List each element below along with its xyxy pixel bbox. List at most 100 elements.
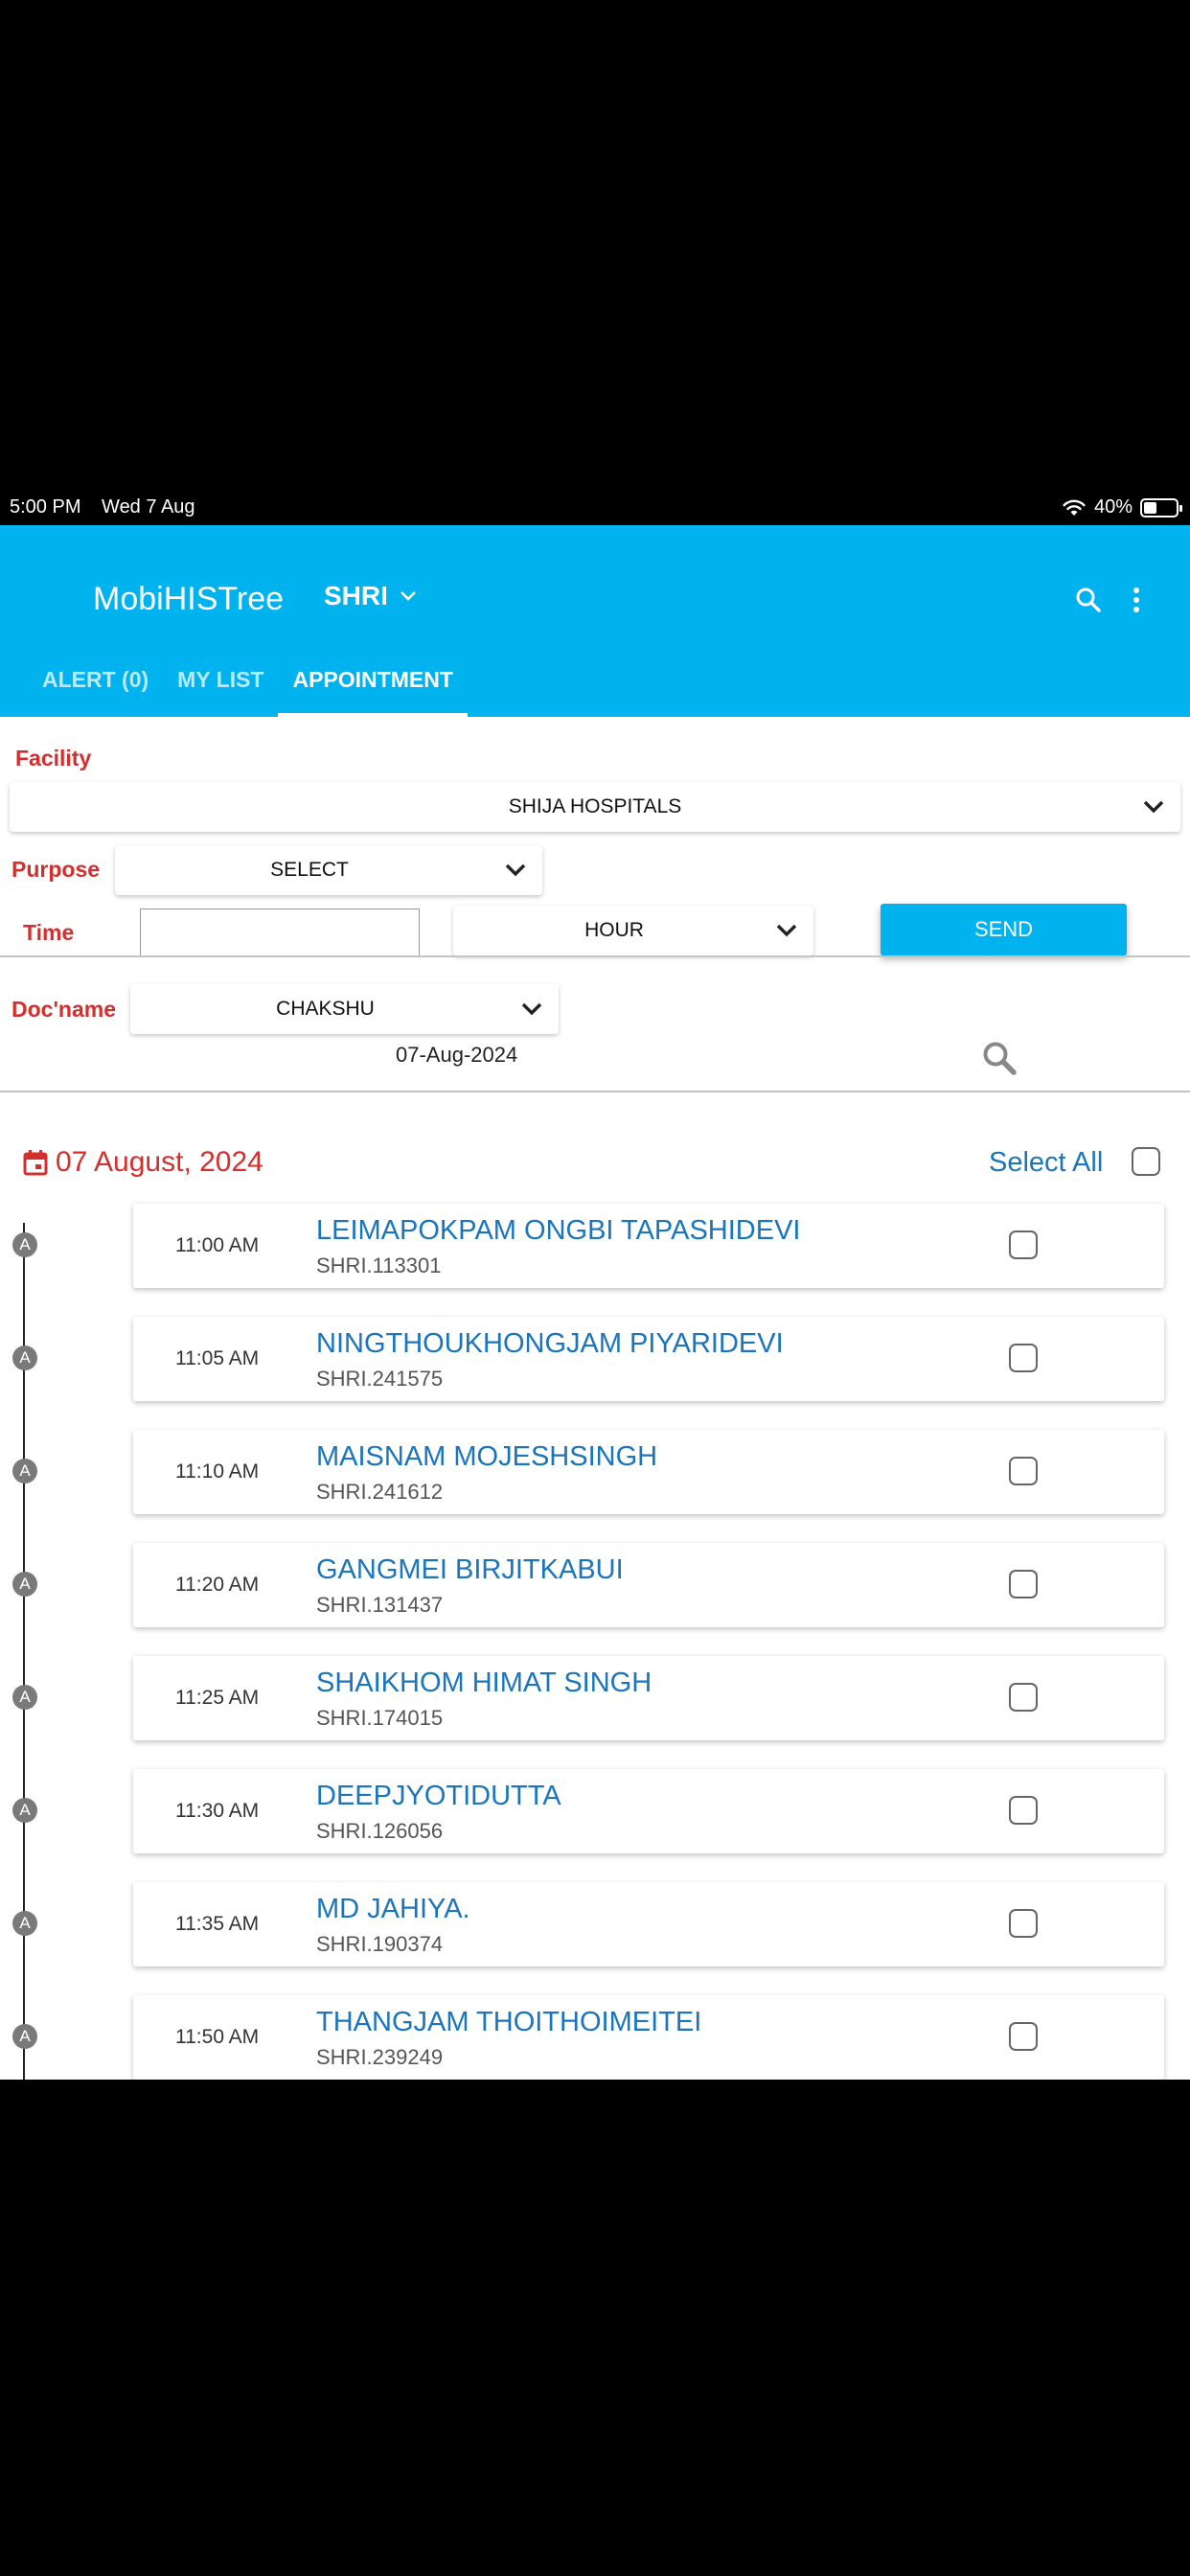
battery-level: [1144, 501, 1156, 514]
purpose-value: SELECT: [270, 859, 349, 881]
row-checkbox[interactable]: [1009, 1909, 1038, 1938]
chevron-down-icon: [1143, 800, 1164, 814]
patient-uhid: SHRI.241612: [316, 1480, 444, 1504]
patient-uhid: SHRI.131437: [316, 1593, 444, 1617]
tab-alert[interactable]: ALERT (0): [28, 656, 163, 717]
row-checkbox[interactable]: [1009, 1230, 1038, 1259]
appointment-row: A 11:25 AM SHAIKHOM HIMAT SINGH SHRI.174…: [0, 1656, 1190, 1744]
list-date-heading: 07 August, 2024: [23, 1146, 263, 1179]
status-badge: A: [12, 1346, 37, 1370]
patient-name[interactable]: MAISNAM MOJESHSINGH: [316, 1441, 657, 1473]
status-badge: A: [12, 1459, 37, 1484]
org-selector[interactable]: SHRI: [324, 581, 417, 611]
search-icon[interactable]: [981, 1040, 1018, 1076]
status-badge: A: [12, 1798, 37, 1823]
chevron-down-icon: [400, 591, 416, 601]
battery-icon: [1140, 497, 1182, 518]
status-badge: A: [12, 2024, 37, 2049]
appointment-time: 11:10 AM: [175, 1460, 260, 1483]
status-badge: A: [12, 1685, 37, 1710]
appointment-card[interactable]: 11:30 AM DEEPJYOTIDUTTA SHRI.126056: [133, 1769, 1164, 1853]
time-label: Time: [23, 920, 75, 945]
chevron-down-icon: [505, 863, 526, 877]
app-title: MobiHISTree: [93, 581, 285, 617]
tab-appointment[interactable]: APPOINTMENT: [278, 656, 469, 717]
header-search-button[interactable]: [1067, 579, 1110, 621]
status-badge: A: [12, 1232, 37, 1257]
doctor-value: CHAKSHU: [276, 998, 375, 1020]
send-button[interactable]: SEND: [881, 904, 1127, 955]
appointment-row: A 11:50 AM THANGJAM THOITHOIMEITEI SHRI.…: [0, 1995, 1190, 2080]
status-time: 5:00 PM: [10, 496, 81, 518]
status-badge: A: [12, 1572, 37, 1597]
patient-name[interactable]: MD JAHIYA.: [316, 1894, 470, 1925]
hour-value: HOUR: [584, 919, 644, 941]
status-bar: 5:00 PM Wed 7 Aug 40%: [0, 491, 1190, 525]
patient-uhid: SHRI.113301: [316, 1254, 442, 1277]
patient-name[interactable]: THANGJAM THOITHOIMEITEI: [316, 2007, 701, 2038]
patient-name[interactable]: LEIMAPOKPAM ONGBI TAPASHIDEVI: [316, 1215, 800, 1247]
appointment-card[interactable]: 11:50 AM THANGJAM THOITHOIMEITEI SHRI.23…: [133, 1995, 1164, 2080]
appointment-row: A 11:10 AM MAISNAM MOJESHSINGH SHRI.2416…: [0, 1430, 1190, 1518]
docname-label: Doc'name: [11, 997, 117, 1022]
app-window: MobiHISTree SHRI ALERT (0) MY LIST APPOI…: [0, 525, 1190, 2080]
tab-my-list[interactable]: MY LIST: [163, 656, 278, 717]
chevron-down-icon: [521, 1002, 542, 1016]
appointment-card[interactable]: 11:00 AM LEIMAPOKPAM ONGBI TAPASHIDEVI S…: [133, 1204, 1164, 1288]
appointment-row: A 11:30 AM DEEPJYOTIDUTTA SHRI.126056: [0, 1769, 1190, 1857]
appointment-row: A 11:00 AM LEIMAPOKPAM ONGBI TAPASHIDEVI…: [0, 1204, 1190, 1292]
patient-uhid: SHRI.126056: [316, 1819, 444, 1843]
purpose-dropdown[interactable]: SELECT: [115, 845, 542, 895]
patient-uhid: SHRI.241575: [316, 1367, 444, 1391]
time-input[interactable]: [140, 908, 420, 956]
divider: [0, 955, 1190, 957]
patient-uhid: SHRI.174015: [316, 1706, 444, 1730]
row-checkbox[interactable]: [1009, 1796, 1038, 1825]
appointment-card[interactable]: 11:05 AM NINGTHOUKHONGJAM PIYARIDEVI SHR…: [133, 1317, 1164, 1401]
patient-name[interactable]: NINGTHOUKHONGJAM PIYARIDEVI: [316, 1328, 784, 1360]
facility-value: SHIJA HOSPITALS: [508, 795, 682, 817]
patient-name[interactable]: GANGMEI BIRJITKABUI: [316, 1554, 624, 1586]
facility-dropdown[interactable]: SHIJA HOSPITALS: [10, 782, 1180, 832]
appointment-row: A 11:35 AM MD JAHIYA. SHRI.190374: [0, 1882, 1190, 1970]
appointment-card[interactable]: 11:25 AM SHAIKHOM HIMAT SINGH SHRI.17401…: [133, 1656, 1164, 1740]
row-checkbox[interactable]: [1009, 2022, 1038, 2051]
appointment-time: 11:00 AM: [175, 1234, 260, 1256]
selected-date[interactable]: 07-Aug-2024: [396, 1043, 517, 1068]
appointment-time: 11:20 AM: [175, 1574, 260, 1596]
select-all-checkbox[interactable]: [1132, 1147, 1160, 1176]
row-checkbox[interactable]: [1009, 1570, 1038, 1598]
tab-bar: ALERT (0) MY LIST APPOINTMENT: [0, 656, 469, 717]
row-checkbox[interactable]: [1009, 1457, 1038, 1485]
appointment-card[interactable]: 11:20 AM GANGMEI BIRJITKABUI SHRI.131437: [133, 1543, 1164, 1627]
status-date: Wed 7 Aug: [102, 496, 195, 518]
wifi-icon: [1063, 499, 1086, 516]
org-label: SHRI: [324, 581, 388, 610]
more-vertical-icon: [1133, 587, 1139, 612]
appointment-time: 11:05 AM: [175, 1347, 260, 1369]
status-badge: A: [12, 1911, 37, 1936]
row-checkbox[interactable]: [1009, 1683, 1038, 1712]
doctor-dropdown[interactable]: CHAKSHU: [130, 984, 559, 1034]
more-options-button[interactable]: [1115, 579, 1157, 621]
patient-name[interactable]: SHAIKHOM HIMAT SINGH: [316, 1668, 652, 1699]
search-icon: [1076, 587, 1101, 612]
appointment-time: 11:35 AM: [175, 1913, 260, 1935]
appointment-card[interactable]: 11:10 AM MAISNAM MOJESHSINGH SHRI.241612: [133, 1430, 1164, 1514]
appointment-time: 11:30 AM: [175, 1800, 260, 1822]
appointment-card[interactable]: 11:35 AM MD JAHIYA. SHRI.190374: [133, 1882, 1164, 1966]
hour-dropdown[interactable]: HOUR: [453, 906, 813, 955]
divider: [0, 1091, 1190, 1092]
chevron-down-icon: [776, 924, 797, 937]
app-header: MobiHISTree SHRI ALERT (0) MY LIST APPOI…: [0, 525, 1190, 717]
purpose-label: Purpose: [11, 857, 101, 882]
patient-uhid: SHRI.239249: [316, 2045, 444, 2069]
row-checkbox[interactable]: [1009, 1344, 1038, 1372]
facility-label: Facility: [15, 746, 92, 770]
battery-percent: 40%: [1093, 496, 1133, 518]
appointment-row: A 11:20 AM GANGMEI BIRJITKABUI SHRI.1314…: [0, 1543, 1190, 1631]
patient-uhid: SHRI.190374: [316, 1932, 444, 1956]
patient-name[interactable]: DEEPJYOTIDUTTA: [316, 1781, 561, 1812]
appointment-row: A 11:05 AM NINGTHOUKHONGJAM PIYARIDEVI S…: [0, 1317, 1190, 1405]
select-all-label[interactable]: Select All: [989, 1147, 1103, 1179]
